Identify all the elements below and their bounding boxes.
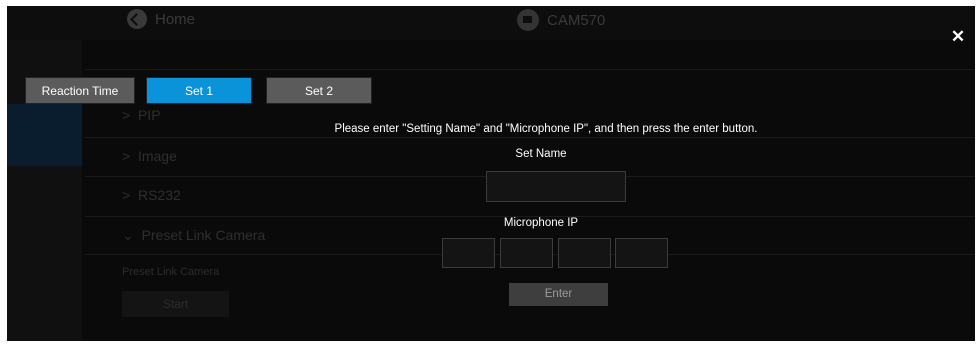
set-name-label: Set Name (515, 148, 567, 160)
camera-title: CAM570 (517, 9, 605, 31)
camera-icon (517, 9, 539, 31)
enter-button[interactable]: Enter (509, 283, 608, 306)
divider (85, 69, 975, 70)
close-icon[interactable]: ✕ (949, 28, 967, 46)
tab-set-2[interactable]: Set 2 (266, 77, 372, 104)
tab-set-1[interactable]: Set 1 (146, 77, 252, 104)
menu-item-rs232: > RS232 (122, 187, 181, 203)
home-link: Home (127, 9, 195, 29)
home-label: Home (155, 10, 196, 28)
microphone-ip-octet-2[interactable] (500, 238, 553, 268)
menu-item-pip: > PIP (122, 107, 161, 123)
menu-item-preset-link-camera: ⌄ Preset Link Camera (122, 227, 266, 243)
camera-label: CAM570 (547, 11, 606, 29)
instruction-text: Please enter "Setting Name" and "Microph… (334, 123, 758, 135)
set-name-input[interactable] (486, 171, 626, 202)
app-window: Home CAM570 > PIP > Image > RS232 ⌄ Pres… (7, 6, 975, 341)
microphone-ip-octet-1[interactable] (442, 238, 495, 268)
divider (85, 137, 975, 138)
microphone-ip-octet-3[interactable] (558, 238, 611, 268)
microphone-ip-label: Microphone IP (503, 217, 579, 229)
start-button: Start (122, 291, 229, 317)
microphone-ip-octet-4[interactable] (615, 238, 668, 268)
preset-link-camera-sublabel: Preset Link Camera (122, 266, 220, 278)
back-arrow-icon (127, 9, 147, 29)
tab-reaction-time[interactable]: Reaction Time (25, 77, 135, 104)
